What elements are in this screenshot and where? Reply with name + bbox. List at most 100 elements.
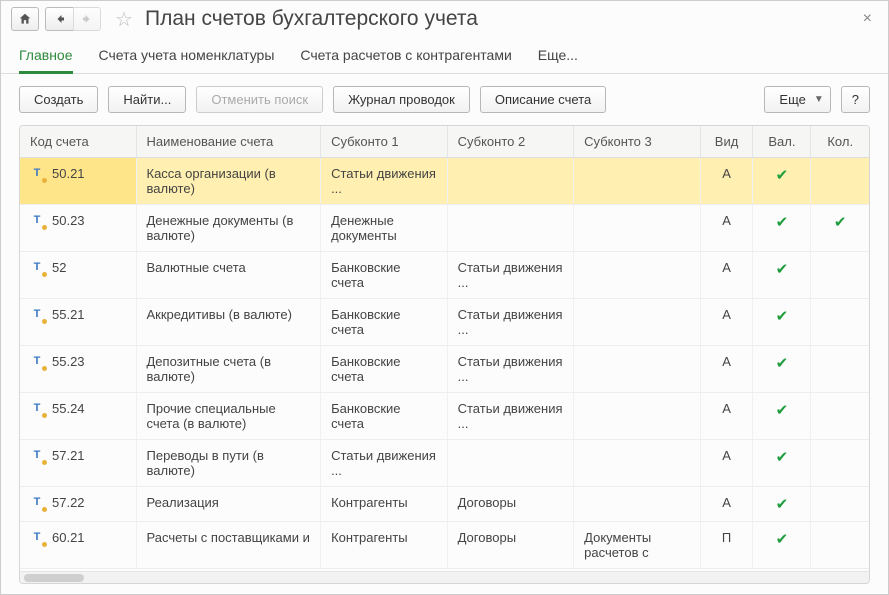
table-row[interactable]: T55.21Аккредитивы (в валюте)Банковские с… <box>20 299 869 346</box>
tab-main[interactable]: Главное <box>19 41 73 74</box>
cell-val: ✔ <box>753 440 811 487</box>
cell-sub2: Статьи движения ... <box>447 299 574 346</box>
cell-sub1: Денежные документы <box>321 205 448 252</box>
table-row[interactable]: T57.21Переводы в пути (в валюте)Статьи д… <box>20 440 869 487</box>
forward-button[interactable] <box>73 7 101 31</box>
home-button[interactable] <box>11 7 39 31</box>
cell-sub1: Банковские счета <box>321 252 448 299</box>
cell-sub2: Статьи движения ... <box>447 346 574 393</box>
account-type-icon: T <box>30 307 44 321</box>
cell-sub1: Банковские счета <box>321 346 448 393</box>
cell-sub2: Статьи движения ... <box>447 252 574 299</box>
account-type-icon: T <box>30 401 44 415</box>
table-row[interactable]: T55.23Депозитные счета (в валюте)Банковс… <box>20 346 869 393</box>
cell-sub2 <box>447 440 574 487</box>
table-row[interactable]: T50.21Касса организации (в валюте)Статьи… <box>20 158 869 205</box>
cell-name: Денежные документы (в валюте) <box>136 205 321 252</box>
cell-sub1: Контрагенты <box>321 487 448 522</box>
cell-kol <box>811 299 869 346</box>
cell-name: Прочие специальные счета (в валюте) <box>136 393 321 440</box>
help-button[interactable]: ? <box>841 86 870 113</box>
accounts-table: Код счета Наименование счета Субконто 1 … <box>20 126 869 569</box>
cell-name: Переводы в пути (в валюте) <box>136 440 321 487</box>
cancel-search-button[interactable]: Отменить поиск <box>196 86 323 113</box>
favorite-star-icon[interactable]: ☆ <box>113 8 135 30</box>
tab-nomenclature-accounts[interactable]: Счета учета номенклатуры <box>99 41 275 73</box>
account-description-button[interactable]: Описание счета <box>480 86 606 113</box>
cell-sub3 <box>574 440 701 487</box>
account-type-icon: T <box>30 495 44 509</box>
cell-sub3: Документы расчетов с <box>574 522 701 569</box>
table-row[interactable]: T60.21Расчеты с поставщиками иКонтрагент… <box>20 522 869 569</box>
journal-button[interactable]: Журнал проводок <box>333 86 470 113</box>
col-header-kol[interactable]: Кол. <box>811 126 869 158</box>
cell-sub2: Договоры <box>447 522 574 569</box>
col-header-name[interactable]: Наименование счета <box>136 126 321 158</box>
cell-kol <box>811 393 869 440</box>
cell-val: ✔ <box>753 487 811 522</box>
cell-kind: А <box>700 299 753 346</box>
cell-val: ✔ <box>753 393 811 440</box>
table-row[interactable]: T 55.24 Прочие специальные счета (в валюте… <box>20 393 869 440</box>
cell-val: ✔ <box>753 299 811 346</box>
code-value: 55.24 <box>52 401 85 416</box>
page-title: План счетов бухгалтерского учета <box>145 7 478 31</box>
cell-name: Касса организации (в валюте) <box>136 158 321 205</box>
cell-sub3 <box>574 205 701 252</box>
accounts-grid: Код счета Наименование счета Субконто 1 … <box>19 125 870 584</box>
cell-val: ✔ <box>753 158 811 205</box>
grid-body[interactable]: Код счета Наименование счета Субконто 1 … <box>20 126 869 571</box>
arrow-right-icon <box>81 13 93 25</box>
horizontal-scrollbar[interactable] <box>20 571 869 583</box>
cell-kind: А <box>700 158 753 205</box>
back-button[interactable] <box>45 7 73 31</box>
code-value: 50.23 <box>52 213 85 228</box>
col-header-sub2[interactable]: Субконто 2 <box>447 126 574 158</box>
cell-sub3 <box>574 487 701 522</box>
code-value: 57.21 <box>52 448 85 463</box>
col-header-code[interactable]: Код счета <box>20 126 136 158</box>
col-header-kind[interactable]: Вид <box>700 126 753 158</box>
cell-val: ✔ <box>753 346 811 393</box>
cell-sub2: Договоры <box>447 487 574 522</box>
cell-kol <box>811 522 869 569</box>
tab-more[interactable]: Еще... <box>538 41 578 73</box>
table-row[interactable]: T52Валютные счетаБанковские счетаСтатьи … <box>20 252 869 299</box>
close-button[interactable]: × <box>857 8 878 30</box>
cell-sub1: Контрагенты <box>321 522 448 569</box>
cell-kind: А <box>700 440 753 487</box>
col-header-sub1[interactable]: Субконто 1 <box>321 126 448 158</box>
find-button[interactable]: Найти... <box>108 86 186 113</box>
cell-kol <box>811 346 869 393</box>
cell-val: ✔ <box>753 522 811 569</box>
code-value: 55.23 <box>52 354 85 369</box>
titlebar: ☆ План счетов бухгалтерского учета × <box>1 1 888 35</box>
cell-code: T 57.21 <box>20 440 136 487</box>
cell-sub1: Банковские счета <box>321 393 448 440</box>
account-type-icon: T <box>30 260 44 274</box>
cell-code: T 57.22 <box>20 487 136 522</box>
col-header-sub3[interactable]: Субконто 3 <box>574 126 701 158</box>
account-type-icon: T <box>30 448 44 462</box>
cell-name: Валютные счета <box>136 252 321 299</box>
code-value: 60.21 <box>52 530 85 545</box>
cell-kind: П <box>700 522 753 569</box>
cell-sub3 <box>574 158 701 205</box>
cell-sub1: Банковские счета <box>321 299 448 346</box>
table-row[interactable]: T50.23Денежные документы (в валюте)Денеж… <box>20 205 869 252</box>
code-value: 50.21 <box>52 166 85 181</box>
table-row[interactable]: T57.22РеализацияКонтрагентыДоговорыА✔ <box>20 487 869 522</box>
more-button[interactable]: Еще ▼ <box>764 86 830 113</box>
scrollbar-thumb[interactable] <box>24 574 84 582</box>
col-header-val[interactable]: Вал. <box>753 126 811 158</box>
code-value: 55.21 <box>52 307 85 322</box>
tab-contractor-accounts[interactable]: Счета расчетов с контрагентами <box>300 41 511 73</box>
cell-sub3 <box>574 346 701 393</box>
cell-sub2: Статьи движения ... <box>447 393 574 440</box>
code-value: 57.22 <box>52 495 85 510</box>
cell-sub3 <box>574 252 701 299</box>
create-button[interactable]: Создать <box>19 86 98 113</box>
nav-history-group <box>45 7 101 31</box>
arrow-left-icon <box>54 13 66 25</box>
cell-kol <box>811 158 869 205</box>
